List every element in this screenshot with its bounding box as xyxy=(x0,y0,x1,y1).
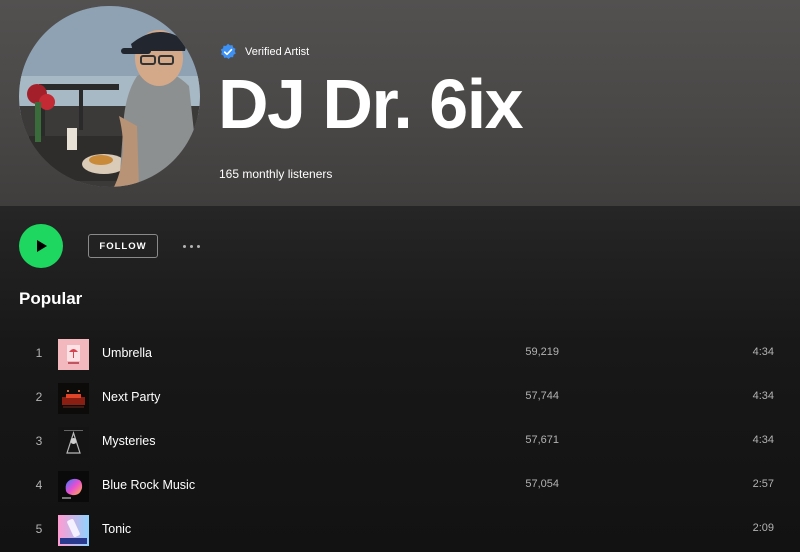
verified-artist-badge: Verified Artist xyxy=(219,42,309,62)
track-number: 1 xyxy=(35,346,43,360)
track-artwork xyxy=(58,471,89,502)
track-row[interactable]: 3 Mysteries 57,671 4:34 xyxy=(0,420,800,464)
track-title: Next Party xyxy=(102,390,161,404)
follow-button[interactable]: FOLLOW xyxy=(88,234,158,258)
track-title: Blue Rock Music xyxy=(102,478,196,492)
play-button[interactable] xyxy=(19,224,63,268)
track-duration: 4:34 xyxy=(752,390,774,402)
track-artwork xyxy=(58,339,89,370)
track-duration: 2:09 xyxy=(752,522,774,534)
play-icon xyxy=(37,240,47,252)
popular-section-title: Popular xyxy=(19,289,83,308)
track-play-count: 59,219 xyxy=(525,346,559,358)
track-title: Tonic xyxy=(102,522,132,536)
track-play-count: 57,054 xyxy=(525,478,559,490)
artist-avatar xyxy=(19,6,200,187)
artist-header: Verified Artist DJ Dr. 6ix 165 monthly l… xyxy=(0,0,800,206)
artist-name: DJ Dr. 6ix xyxy=(218,65,524,143)
track-artwork xyxy=(58,383,89,414)
track-row[interactable]: 2 Next Party 57,744 4:34 xyxy=(0,376,800,420)
more-dot xyxy=(182,244,186,248)
monthly-listeners: 165 monthly listeners xyxy=(219,167,333,181)
track-number: 3 xyxy=(35,434,43,448)
track-number: 5 xyxy=(35,522,43,536)
track-duration: 4:34 xyxy=(752,434,774,446)
verified-badge-icon xyxy=(220,43,236,59)
track-title: Umbrella xyxy=(102,346,153,360)
more-dot xyxy=(189,244,193,248)
verified-artist-label: Verified Artist xyxy=(245,46,310,58)
track-row[interactable]: 5 Tonic 2:09 xyxy=(0,508,800,552)
track-play-count: 57,744 xyxy=(525,390,559,402)
track-row[interactable]: 4 Blue Rock Music 57,054 2:57 xyxy=(0,464,800,508)
track-row[interactable]: 1 Umbrella 59,219 4:34 xyxy=(0,332,800,376)
track-number: 2 xyxy=(35,390,43,404)
track-artwork xyxy=(58,427,89,458)
track-number: 4 xyxy=(35,478,43,492)
track-artwork xyxy=(58,515,89,546)
track-duration: 4:34 xyxy=(752,346,774,358)
more-options-icon[interactable] xyxy=(178,236,204,256)
track-play-count: 57,671 xyxy=(525,434,559,446)
more-dot xyxy=(196,244,200,248)
track-title: Mysteries xyxy=(102,434,156,448)
track-duration: 2:57 xyxy=(752,478,774,490)
